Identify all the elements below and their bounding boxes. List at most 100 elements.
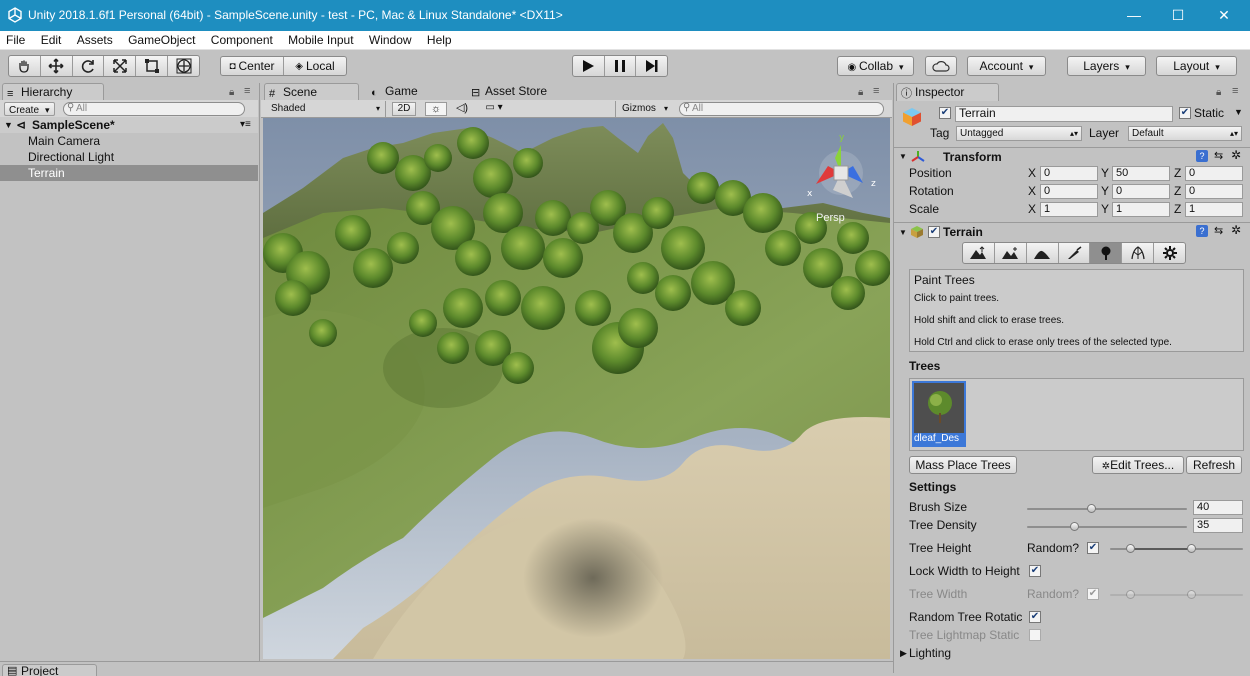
tab-scene[interactable]: # Scene bbox=[264, 83, 359, 101]
projection-label[interactable]: Persp bbox=[816, 212, 845, 224]
terrain-fold-icon[interactable]: ▼ bbox=[899, 228, 907, 237]
inspector-menu-icon[interactable]: ≡ bbox=[1232, 85, 1238, 97]
transform-tool-icon[interactable] bbox=[168, 56, 199, 76]
mass-place-trees-button[interactable]: Mass Place Trees bbox=[909, 456, 1017, 474]
cloud-button[interactable] bbox=[925, 56, 957, 76]
scene-search-input[interactable]: All bbox=[679, 102, 884, 116]
layers-dropdown[interactable]: Layers bbox=[1067, 56, 1146, 76]
hierarchy-search-input[interactable]: All bbox=[63, 102, 245, 116]
terrain-settings-gear-icon[interactable]: ✲ bbox=[1231, 223, 1241, 237]
scene-root-row[interactable]: ▼ ⊲ SampleScene* ▾≡ bbox=[0, 117, 258, 133]
brush-size-field[interactable]: 40 bbox=[1193, 500, 1243, 515]
random-rotation-checkbox[interactable]: ✔ bbox=[1029, 611, 1041, 623]
paint-height-icon[interactable] bbox=[995, 243, 1027, 263]
menu-mobile-input[interactable]: Mobile Input bbox=[282, 31, 353, 47]
smooth-height-icon[interactable] bbox=[1027, 243, 1059, 263]
menu-gameobject[interactable]: GameObject bbox=[122, 31, 195, 47]
paint-details-icon[interactable] bbox=[1122, 243, 1155, 263]
tree-density-slider[interactable] bbox=[1027, 526, 1187, 528]
step-icon[interactable] bbox=[636, 56, 667, 76]
pause-icon[interactable] bbox=[605, 56, 637, 76]
tree-density-slider-knob[interactable] bbox=[1070, 522, 1079, 531]
account-dropdown[interactable]: Account bbox=[967, 56, 1046, 76]
tree-density-field[interactable]: 35 bbox=[1193, 518, 1243, 533]
raise-lower-icon[interactable] bbox=[963, 243, 995, 263]
pivot-local-button[interactable]: ◈ Local bbox=[284, 57, 346, 75]
hierarchy-item-main-camera[interactable]: Main Camera bbox=[0, 133, 258, 149]
menu-help[interactable]: Help bbox=[421, 31, 452, 47]
2d-toggle-button[interactable]: 2D bbox=[392, 102, 416, 116]
lock-width-checkbox[interactable]: ✔ bbox=[1029, 565, 1041, 577]
tree-prototype-item[interactable]: dleaf_Des bbox=[912, 381, 966, 447]
scene-lock-icon[interactable]: 🔒︎ bbox=[858, 87, 863, 98]
paint-texture-icon[interactable] bbox=[1059, 243, 1091, 263]
scale-z-field[interactable]: 1 bbox=[1185, 202, 1243, 217]
scene-menu-icon[interactable]: ▾≡ bbox=[240, 117, 251, 133]
tab-asset-store[interactable]: ⊟ Asset Store bbox=[467, 83, 577, 101]
effects-toggle-icon[interactable]: ▭ ▾ bbox=[479, 102, 509, 116]
rect-tool-icon[interactable] bbox=[136, 56, 169, 76]
menu-assets[interactable]: Assets bbox=[71, 31, 113, 47]
rotation-x-field[interactable]: 0 bbox=[1040, 184, 1098, 199]
shading-mode-dropdown[interactable]: Shaded ▾ bbox=[263, 101, 386, 117]
terrain-preset-icon[interactable]: ⇆ bbox=[1214, 224, 1223, 237]
transform-settings-icon[interactable]: ✲ bbox=[1231, 148, 1241, 162]
tree-height-random-checkbox[interactable]: ✔ bbox=[1087, 542, 1099, 554]
edit-trees-button[interactable]: ✲Edit Trees... bbox=[1092, 456, 1184, 474]
move-tool-icon[interactable] bbox=[41, 56, 73, 76]
play-icon[interactable] bbox=[573, 56, 605, 76]
audio-toggle-icon[interactable]: ◁) bbox=[451, 102, 473, 116]
tab-inspector[interactable]: ⓘ Inspector bbox=[896, 83, 999, 101]
tree-height-min-knob[interactable] bbox=[1126, 544, 1135, 553]
hierarchy-item-terrain[interactable]: Terrain bbox=[0, 165, 258, 181]
refresh-button[interactable]: Refresh bbox=[1186, 456, 1242, 474]
static-checkbox[interactable]: ✔ bbox=[1179, 107, 1191, 119]
close-icon[interactable]: ✕ bbox=[1215, 6, 1233, 24]
layout-dropdown[interactable]: Layout bbox=[1156, 56, 1237, 76]
scale-y-field[interactable]: 1 bbox=[1112, 202, 1170, 217]
pivot-center-button[interactable]: ◘ Center bbox=[221, 57, 284, 75]
tab-hierarchy[interactable]: ≡ Hierarchy bbox=[2, 83, 104, 101]
rotation-y-field[interactable]: 0 bbox=[1112, 184, 1170, 199]
tab-game[interactable]: ◐ Game bbox=[367, 83, 452, 101]
layer-dropdown[interactable]: Default ▴▾ bbox=[1128, 126, 1242, 141]
terrain-help-icon[interactable]: ? bbox=[1196, 225, 1208, 237]
menu-file[interactable]: File bbox=[0, 31, 25, 47]
tag-dropdown[interactable]: Untagged ▴▾ bbox=[956, 126, 1082, 141]
lighting-section-label[interactable]: Lighting bbox=[909, 646, 951, 661]
rotation-z-field[interactable]: 0 bbox=[1185, 184, 1243, 199]
scale-x-field[interactable]: 1 bbox=[1040, 202, 1098, 217]
position-y-field[interactable]: 50 bbox=[1112, 166, 1170, 181]
hand-tool-icon[interactable] bbox=[9, 56, 41, 76]
brush-size-slider[interactable] bbox=[1027, 508, 1187, 510]
tree-height-max-knob[interactable] bbox=[1187, 544, 1196, 553]
collab-button[interactable]: ◉ Collab bbox=[837, 56, 914, 76]
scale-tool-icon[interactable] bbox=[104, 56, 137, 76]
inspector-lock-icon[interactable]: 🔒︎ bbox=[1216, 87, 1221, 98]
tab-project[interactable]: ▤ Project bbox=[2, 664, 97, 676]
rotate-tool-icon[interactable] bbox=[73, 56, 105, 76]
terrain-enabled-checkbox[interactable]: ✔ bbox=[928, 226, 940, 238]
active-checkbox[interactable]: ✔ bbox=[939, 107, 951, 119]
panel-menu-icon[interactable]: ≡ bbox=[244, 85, 250, 97]
terrain-settings-icon[interactable] bbox=[1154, 243, 1185, 263]
create-dropdown[interactable]: Create bbox=[4, 102, 55, 116]
brush-size-slider-knob[interactable] bbox=[1087, 504, 1096, 513]
position-z-field[interactable]: 0 bbox=[1185, 166, 1243, 181]
transform-fold-icon[interactable]: ▼ bbox=[899, 152, 907, 161]
menu-component[interactable]: Component bbox=[205, 31, 273, 47]
transform-help-icon[interactable]: ? bbox=[1196, 150, 1208, 162]
lighting-toggle-icon[interactable]: ☼ bbox=[425, 102, 447, 116]
place-trees-icon[interactable] bbox=[1090, 243, 1123, 263]
transform-preset-icon[interactable]: ⇆ bbox=[1214, 149, 1223, 162]
position-x-field[interactable]: 0 bbox=[1040, 166, 1098, 181]
expand-arrow-icon[interactable]: ▼ bbox=[4, 117, 13, 133]
maximize-icon[interactable]: ☐ bbox=[1169, 6, 1187, 24]
hierarchy-item-directional-light[interactable]: Directional Light bbox=[0, 149, 258, 165]
static-dropdown-arrow-icon[interactable]: ▼ bbox=[1234, 107, 1243, 117]
gizmos-dropdown[interactable]: Gizmos ▾ bbox=[615, 101, 671, 117]
minimize-icon[interactable]: — bbox=[1125, 6, 1143, 24]
scene-viewport[interactable]: y x z Persp bbox=[263, 118, 890, 659]
lock-icon[interactable]: 🔒︎ bbox=[229, 87, 234, 98]
menu-window[interactable]: Window bbox=[363, 31, 412, 47]
